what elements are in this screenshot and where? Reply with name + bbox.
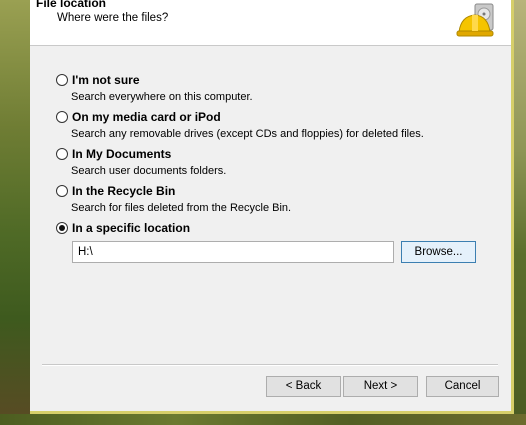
option-description: Search user documents folders. [71, 165, 227, 177]
option-label: In the Recycle Bin [72, 184, 176, 198]
footer-separator [42, 364, 498, 366]
option-description: Search for files deleted from the Recycl… [71, 202, 292, 214]
radio-specific-location[interactable] [56, 222, 68, 234]
wizard-header: File location Where were the files? [30, 0, 511, 46]
option-description: Search any removable drives (except CDs … [71, 128, 424, 140]
desktop-wallpaper-left [0, 0, 30, 425]
radio-media-card[interactable] [56, 111, 68, 123]
page-title: File location [36, 0, 107, 10]
page-subtitle: Where were the files? [57, 12, 169, 24]
option-description: Search everywhere on this computer. [71, 91, 253, 103]
option-label: In a specific location [72, 221, 191, 235]
radio-not-sure[interactable] [56, 74, 68, 86]
option-label: In My Documents [72, 147, 172, 161]
option-label: I'm not sure [72, 73, 140, 87]
radio-my-documents[interactable] [56, 148, 68, 160]
desktop-wallpaper-bottom [0, 414, 526, 425]
location-path-input[interactable] [72, 241, 394, 263]
desktop-wallpaper-right [514, 0, 526, 425]
cancel-button[interactable]: Cancel [426, 376, 499, 397]
radio-recycle-bin[interactable] [56, 185, 68, 197]
next-button[interactable]: Next > [343, 376, 418, 397]
hard-hat-drive-icon [456, 3, 494, 37]
wizard-dialog: File location Where were the files? I'm … [30, 0, 514, 414]
back-button[interactable]: < Back [266, 376, 341, 397]
browse-button[interactable]: Browse... [401, 241, 476, 263]
option-label: On my media card or iPod [72, 110, 221, 124]
